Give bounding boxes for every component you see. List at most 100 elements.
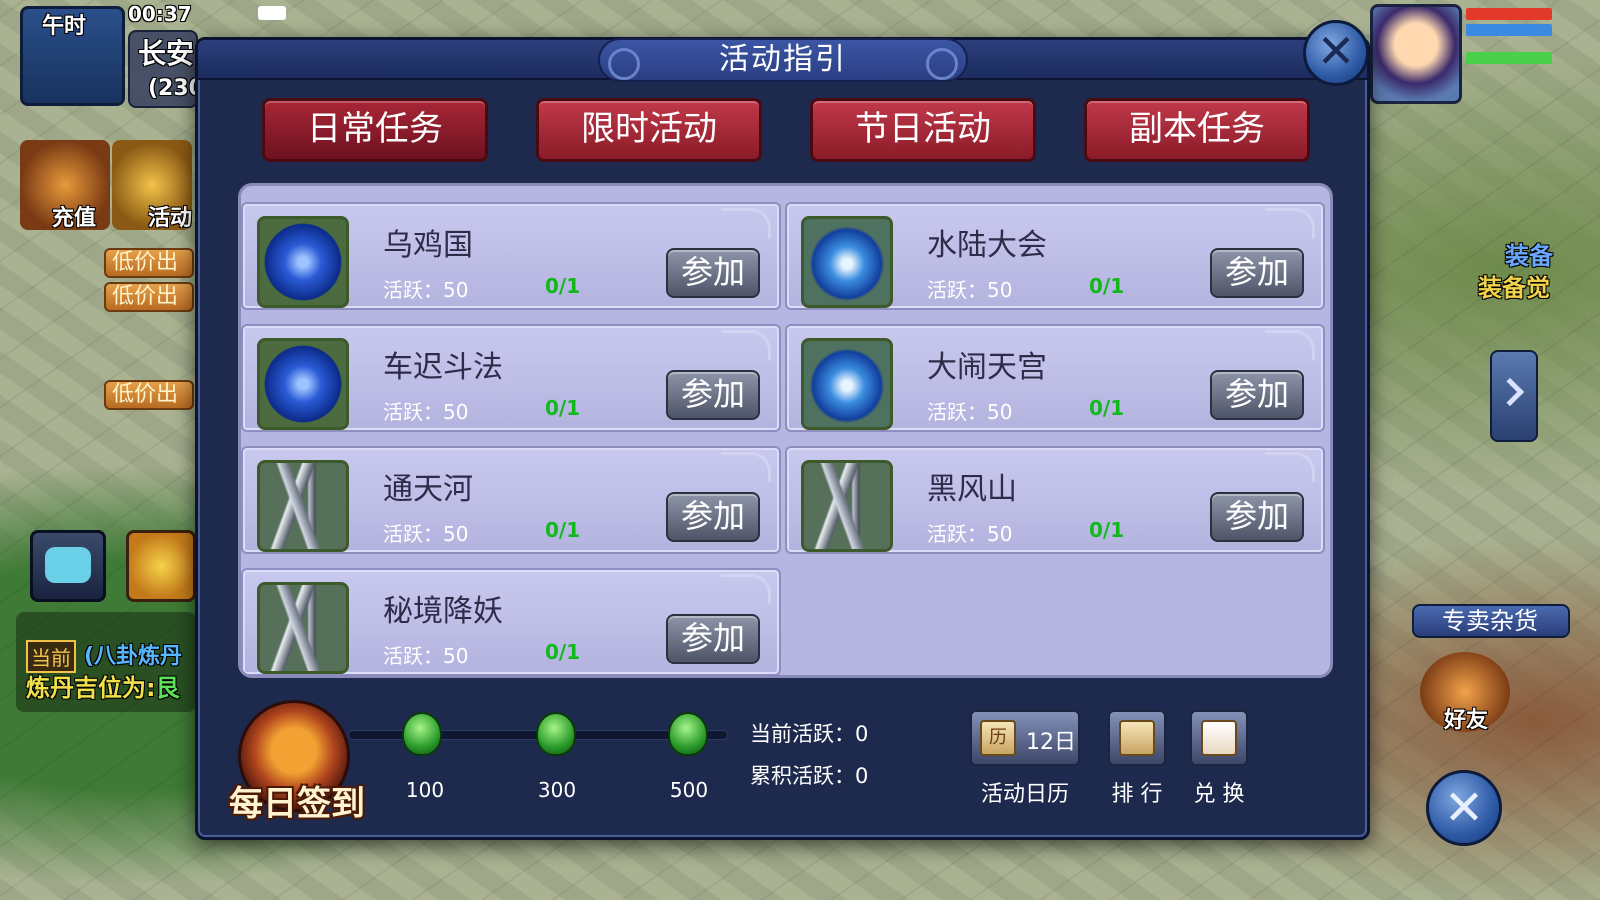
activity-card: 黑风山 活跃：50 0/1 参加 [785, 446, 1325, 554]
close-icon: ✕ [1316, 24, 1356, 78]
orb-icon [257, 216, 349, 308]
blue-flame-icon [801, 338, 893, 430]
chevron-right-icon [1495, 377, 1525, 407]
activity-count: 0/1 [545, 518, 581, 542]
exp-bar [1466, 52, 1552, 64]
activity-card: 大闹天宫 活跃：50 0/1 参加 [785, 324, 1325, 432]
card-ornament [721, 208, 771, 238]
card-ornament [1265, 330, 1315, 360]
daily-sign-in-label: 每日签到 [229, 784, 365, 824]
activity-calendar-label: 活动日历 [980, 782, 1069, 807]
activity-card: 通天河 活跃：50 0/1 参加 [241, 446, 781, 554]
activity-points: 活跃：50 [383, 400, 469, 424]
activity-calendar-button[interactable]: 历 12日 [970, 710, 1080, 766]
activity-count: 0/1 [1089, 396, 1125, 420]
ranking-button[interactable] [1108, 710, 1166, 766]
crystal-icon [801, 460, 893, 552]
trade-tag[interactable]: 低价出 [104, 380, 194, 410]
hud-close-button[interactable]: ✕ [1426, 770, 1502, 846]
card-ornament [1265, 452, 1315, 482]
join-button[interactable]: 参加 [1210, 248, 1304, 298]
calendar-day: 12日 [1026, 730, 1076, 755]
milestone-label: 300 [537, 778, 577, 802]
location-name: 长安 [138, 37, 195, 70]
join-button[interactable]: 参加 [1210, 370, 1304, 420]
expand-right-button[interactable] [1490, 350, 1538, 442]
chat-line-channel: (八卦炼丹 [84, 644, 183, 669]
activity-points: 活跃：50 [927, 522, 1013, 546]
voucher-icon [1201, 720, 1237, 756]
activity-card: 水陆大会 活跃：50 0/1 参加 [785, 202, 1325, 310]
crystal-icon [257, 582, 349, 674]
close-icon: ✕ [1443, 780, 1485, 836]
activity-count: 0/1 [1089, 518, 1125, 542]
daily-sign-in-button[interactable]: 每日签到 [228, 700, 368, 830]
join-button[interactable]: 参加 [666, 248, 760, 298]
join-button[interactable]: 参加 [1210, 492, 1304, 542]
activity-name: 水陆大会 [927, 228, 1047, 263]
activity-count: 0/1 [545, 274, 581, 298]
trade-tag[interactable]: 低价出 [104, 282, 194, 312]
tab-daily-tasks[interactable]: 日常任务 [262, 98, 488, 162]
activity-name: 乌鸡国 [383, 228, 473, 263]
activity-points: 活跃：50 [383, 278, 469, 302]
activity-points: 活跃：50 [383, 644, 469, 668]
card-ornament [721, 574, 771, 604]
chat-button[interactable] [30, 530, 106, 602]
chat-line-hint: 炼丹吉位为:艮 [26, 674, 180, 702]
mp-bar [1466, 24, 1552, 36]
tab-festival-events[interactable]: 节日活动 [810, 98, 1036, 162]
shop-tag[interactable]: 专卖杂货 [1412, 604, 1570, 638]
trade-tag[interactable]: 低价出 [104, 248, 194, 278]
dialog-title: 活动指引 [598, 38, 968, 82]
chat-bubble-icon [45, 547, 91, 583]
ranking-label: 排 行 [1111, 782, 1163, 807]
activity-name: 大闹天宫 [927, 350, 1047, 385]
calendar-icon: 历 [980, 720, 1016, 756]
orb-icon [257, 338, 349, 430]
join-button[interactable]: 参加 [666, 492, 760, 542]
pet-button[interactable] [126, 530, 196, 602]
total-active-text: 累积活跃：0 [750, 764, 869, 788]
card-ornament [721, 330, 771, 360]
recharge-label: 充值 [52, 206, 97, 231]
exchange-button[interactable] [1190, 710, 1248, 766]
tab-dungeon-tasks[interactable]: 副本任务 [1084, 98, 1310, 162]
activity-points: 活跃：50 [927, 400, 1013, 424]
time-period-label: 午时 [42, 14, 87, 39]
clock-text: 00:37 [128, 2, 192, 26]
milestone-label: 500 [669, 778, 709, 802]
equip-awaken-label: 装备觉 [1478, 274, 1550, 302]
join-button[interactable]: 参加 [666, 614, 760, 664]
dialog-close-button[interactable]: ✕ [1303, 20, 1369, 86]
crystal-icon [257, 460, 349, 552]
card-ornament [721, 452, 771, 482]
activity-name: 通天河 [383, 472, 473, 507]
card-ornament [1265, 208, 1315, 238]
current-active-text: 当前活跃：0 [750, 722, 869, 746]
battery-icon [258, 6, 286, 20]
hp-bar [1466, 8, 1552, 20]
activity-count: 0/1 [1089, 274, 1125, 298]
equip-label: 装备 [1505, 242, 1553, 270]
reward-chest-icon[interactable] [668, 712, 708, 756]
activity-label: 活动 [148, 206, 193, 231]
tab-limited-events[interactable]: 限时活动 [536, 98, 762, 162]
scroll-icon [1119, 720, 1155, 756]
player-avatar[interactable] [1370, 4, 1462, 104]
activity-guide-dialog: 活动指引 ✕ 日常任务 限时活动 节日活动 副本任务 乌鸡国 活跃：50 0/1… [195, 20, 1370, 840]
join-button[interactable]: 参加 [666, 370, 760, 420]
blue-flame-icon [801, 216, 893, 308]
activity-list[interactable]: 乌鸡国 活跃：50 0/1 参加 水陆大会 活跃：50 0/1 参加 车迟斗法 … [238, 183, 1333, 678]
reward-chest-icon[interactable] [536, 712, 576, 756]
activity-card: 秘境降妖 活跃：50 0/1 参加 [241, 568, 781, 675]
milestone-label: 100 [405, 778, 445, 802]
activity-card: 车迟斗法 活跃：50 0/1 参加 [241, 324, 781, 432]
activity-points: 活跃：50 [383, 522, 469, 546]
friends-label: 好友 [1444, 708, 1489, 733]
reward-chest-icon[interactable] [402, 712, 442, 756]
activity-name: 秘境降妖 [383, 594, 503, 629]
activity-name: 车迟斗法 [383, 350, 503, 385]
activity-count: 0/1 [545, 396, 581, 420]
activity-name: 黑风山 [927, 472, 1017, 507]
